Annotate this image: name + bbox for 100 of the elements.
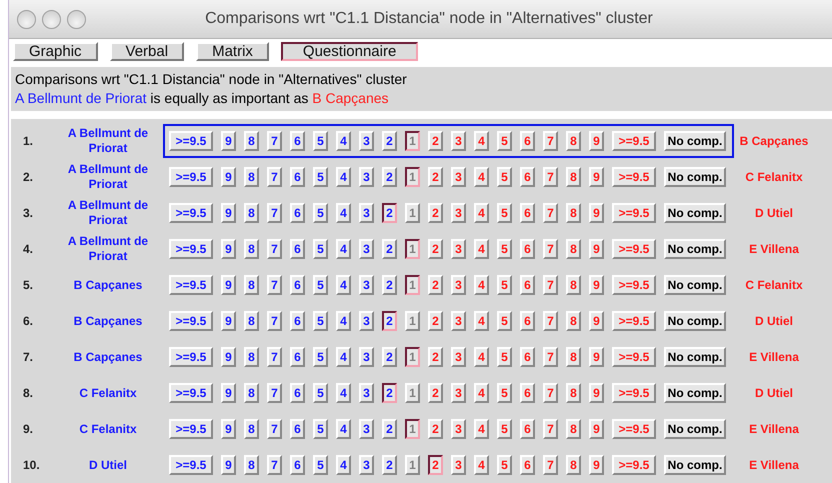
scale-button[interactable]: >=9.5 [169,167,213,187]
scale-button[interactable]: 4 [336,347,351,367]
scale-button[interactable]: 8 [244,167,259,187]
scale-button[interactable]: 8 [244,311,259,331]
scale-button[interactable]: 6 [290,167,305,187]
zoom-button[interactable] [67,10,86,28]
scale-button[interactable]: 7 [267,239,282,259]
scale-button[interactable]: 7 [267,419,282,439]
scale-button[interactable]: 3 [359,419,374,439]
scale-button[interactable]: No comp. [664,419,726,439]
scale-button[interactable]: 5 [313,239,328,259]
scale-button[interactable]: >=9.5 [169,203,213,223]
scale-button[interactable]: 3 [359,455,374,475]
scale-button[interactable]: 8 [244,347,259,367]
minimize-button[interactable] [42,10,61,28]
scale-button[interactable]: No comp. [664,383,726,403]
view-tab[interactable]: Questionnaire [280,42,418,61]
scale-button[interactable]: 9 [221,203,236,223]
scale-button[interactable]: 5 [313,419,328,439]
scale-button[interactable]: 3 [359,311,374,331]
scale-button[interactable]: 8 [244,383,259,403]
scale-button[interactable]: 2 [382,131,397,151]
scale-button[interactable]: 8 [244,419,259,439]
scale-button[interactable]: 9 [221,167,236,187]
scale-button[interactable]: No comp. [664,275,726,295]
scale-button[interactable]: 4 [336,275,351,295]
scale-button[interactable]: 6 [290,347,305,367]
scale-button[interactable]: 9 [221,455,236,475]
scale-button[interactable]: 6 [290,131,305,151]
scale-button[interactable]: 3 [359,383,374,403]
scale-button[interactable]: 7 [267,275,282,295]
scale-button[interactable]: 9 [221,239,236,259]
scale-button[interactable]: >=9.5 [169,455,213,475]
scale-button[interactable]: No comp. [664,311,726,331]
scale-button[interactable]: 3 [359,167,374,187]
scale-button[interactable]: >=9.5 [169,275,213,295]
scale-button[interactable]: 5 [313,131,328,151]
scale-button[interactable]: 7 [267,203,282,223]
scale-button[interactable]: 2 [382,203,397,223]
scale-button[interactable]: 2 [382,275,397,295]
view-tab[interactable]: Verbal [110,42,184,61]
scale-button[interactable]: 6 [290,383,305,403]
scale-button[interactable]: 6 [290,239,305,259]
scale-button[interactable]: 6 [290,311,305,331]
scale-button[interactable]: 2 [382,311,397,331]
scale-button[interactable]: 5 [313,455,328,475]
scale-button[interactable]: 9 [221,419,236,439]
view-tab[interactable]: Matrix [196,42,269,61]
scale-button[interactable]: 2 [382,419,397,439]
scale-button[interactable]: 9 [221,347,236,367]
scale-button[interactable]: >=9.5 [169,239,213,259]
scale-button[interactable]: 4 [336,239,351,259]
scale-button[interactable]: 6 [290,455,305,475]
scale-button[interactable]: 8 [244,239,259,259]
scale-button[interactable]: 4 [336,383,351,403]
scale-button[interactable]: No comp. [664,167,726,187]
scale-button[interactable]: 7 [267,311,282,331]
scale-button[interactable]: 9 [221,311,236,331]
scale-button[interactable]: No comp. [664,131,726,151]
scale-button[interactable]: 7 [267,167,282,187]
scale-button[interactable]: 9 [221,383,236,403]
scale-button[interactable]: 5 [313,167,328,187]
scale-button[interactable]: 3 [359,131,374,151]
scale-button[interactable]: 2 [382,239,397,259]
scale-button[interactable]: 4 [336,131,351,151]
scale-button[interactable]: 6 [290,275,305,295]
scale-button[interactable]: 6 [290,203,305,223]
scale-button[interactable]: 4 [336,419,351,439]
scale-button[interactable]: >=9.5 [169,311,213,331]
scale-button[interactable]: 3 [359,239,374,259]
scale-button[interactable]: No comp. [664,347,726,367]
scale-button[interactable]: 2 [382,167,397,187]
scale-button[interactable]: 5 [313,275,328,295]
scale-button[interactable]: 9 [221,131,236,151]
scale-button[interactable]: 5 [313,311,328,331]
scale-button[interactable]: 3 [359,203,374,223]
scale-button[interactable]: >=9.5 [169,383,213,403]
scale-button[interactable]: 4 [336,203,351,223]
scale-button[interactable]: 7 [267,347,282,367]
scale-button[interactable]: 8 [244,203,259,223]
scale-button[interactable]: 3 [359,347,374,367]
scale-button[interactable]: 2 [382,347,397,367]
scale-button[interactable]: 8 [244,131,259,151]
scale-button[interactable]: >=9.5 [169,347,213,367]
scale-button[interactable]: 5 [313,347,328,367]
scale-button[interactable]: 6 [290,419,305,439]
scale-button[interactable]: 7 [267,383,282,403]
scale-button[interactable]: No comp. [664,455,726,475]
scale-button[interactable]: 2 [382,383,397,403]
close-button[interactable] [17,10,36,28]
scale-button[interactable]: >=9.5 [169,131,213,151]
view-tab[interactable]: Graphic [13,42,98,61]
scale-button[interactable]: 2 [382,455,397,475]
scale-button[interactable]: 4 [336,311,351,331]
scale-button[interactable]: No comp. [664,239,726,259]
scale-button[interactable]: 8 [244,275,259,295]
scale-button[interactable]: 7 [267,131,282,151]
scale-button[interactable]: 3 [359,275,374,295]
scale-button[interactable]: 7 [267,455,282,475]
scale-button[interactable]: No comp. [664,203,726,223]
